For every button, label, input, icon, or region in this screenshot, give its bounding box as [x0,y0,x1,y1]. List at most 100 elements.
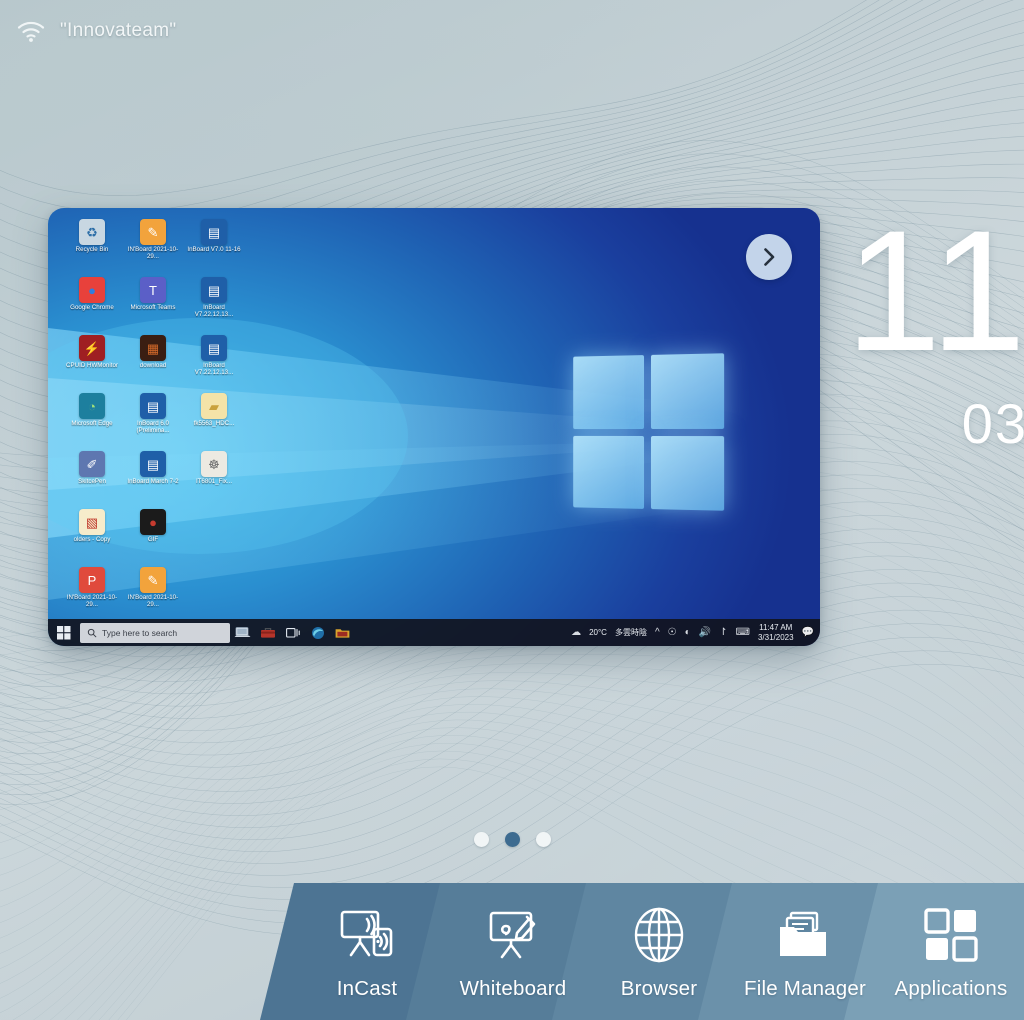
desktop-icon-label: Recycle Bin [75,246,109,253]
archive-icon: ☸ [201,451,227,477]
taskbar-app-laptop-icon[interactable] [230,619,255,646]
recycle-bin-icon: ♻ [79,219,105,245]
taskbar-app-toolbox-icon[interactable] [255,619,280,646]
taskbar-search-placeholder: Type here to search [102,627,178,638]
bluetooth-icon[interactable]: ↾ [719,627,727,638]
empty-slot [201,567,227,593]
next-source-button[interactable] [746,234,792,280]
desktop-icon-label: InBoard V7.22.12.13... [194,304,234,319]
page-indicator[interactable] [0,832,1024,847]
taskbar-system-tray[interactable]: ☁ 20°C 多雲時陰 ^ ☉ ◐ 🔊 ↾ ⌨ 11:47 AM 3/31/20… [571,623,820,643]
desktop-icon[interactable]: ▰ fk5563_HDC... [184,390,244,447]
incast-icon [337,903,397,965]
windows-taskbar[interactable]: Type here to search ☁ 20°C 多雲時陰 ^ ☉ ◐ 🔊 … [48,619,820,646]
inboard-blue-icon: ▤ [201,277,227,303]
desktop-icon[interactable]: ✎ IN'Board 2021-10-29... [123,216,183,273]
desktop-icon-label: IN'Board 2021-10-29... [127,246,179,261]
inboard-orange-icon: ✎ [140,567,166,593]
dock-item-file-manager[interactable]: File Manager [732,883,878,1020]
desktop-icon[interactable]: ✐ SkitcePen [62,448,122,505]
chrome-icon: ● [79,277,105,303]
desktop-icon-label: IT6801_Fix... [195,478,233,485]
desktop-icon[interactable]: ▤ InBoard V7.0 11-16 [184,216,244,273]
tray-clock[interactable]: 11:47 AM 3/31/2023 [758,623,794,643]
folder-icon: ▰ [201,393,227,419]
desktop-icon[interactable]: ▤ InBoard V7.22.12.13... [184,332,244,389]
inboard-blue-icon: ▤ [201,335,227,361]
desktop-icon-label: olders - Copy [73,536,111,543]
taskbar-file-explorer-icon[interactable] [330,619,355,646]
tray-weather-temp: 20°C [589,628,607,637]
image-file-icon: ▦ [140,335,166,361]
taskbar-task-view-icon[interactable] [280,619,305,646]
dock-item-label: Applications [894,976,1008,1000]
desktop-icon-empty-slot [184,506,244,563]
ops-source-card[interactable]: ♻ Recycle Bin ✎ IN'Board 2021-10-29... ▤ InBo… [48,208,820,646]
desktop-icon-label: InBoard March 7-2 [127,478,179,485]
dock-item-applications[interactable]: Applications [878,883,1024,1020]
inboard-blue-icon: ▤ [140,451,166,477]
home-screen: "Innovateam" 11 03 ♻ Recycle Bin ✎ IN'Bo… [0,0,1024,1020]
desktop-icon[interactable]: ● Google Chrome [62,274,122,331]
chevron-right-icon [764,248,775,266]
desktop-icon[interactable]: ⚡ CPUID HWMonitor [62,332,122,389]
desktop-icon-label: InBoard V7.22.12.13... [194,362,234,377]
inboard-blue-icon: ▤ [140,393,166,419]
desktop-icon[interactable]: ▦ download [123,332,183,389]
gif-file-icon: ● [140,509,166,535]
desktop-icon[interactable]: ▤ InBoard 6.0 (Prelimina... [123,390,183,447]
notification-icon[interactable]: 💬 [802,627,814,638]
desktop-icon-label: IN'Board 2021-10-29... [66,594,118,609]
dock-item-label: File Manager [743,976,867,1000]
desktop-icon-label: download [139,362,167,369]
tray-date: 3/31/2023 [757,632,794,642]
inboard-orange-icon: ✎ [140,219,166,245]
edge-icon: ◔ [79,393,105,419]
dock-item-label: InCast [336,976,398,1000]
desktop-icon[interactable]: P IN'Board 2021-10-29... [62,564,122,621]
wifi-icon [17,21,45,42]
windows-logo [573,353,725,511]
taskbar-edge-browser-icon[interactable] [305,619,330,646]
desktop-icon-label: fk5563_HDC... [193,420,235,427]
dock-item-label: Browser [620,976,698,1000]
applications-icon [921,903,981,965]
app-dock: InCast Whiteboard Browser File Manager A… [0,883,1024,1020]
desktop-icon-grid: ♻ Recycle Bin ✎ IN'Board 2021-10-29... ▤ InBo… [56,212,241,621]
desktop-icon-label: SkitcePen [78,478,106,485]
chevron-up-icon[interactable]: ^ [655,627,660,638]
taskbar-search-box[interactable]: Type here to search [80,622,230,643]
desktop-icon-label: GIF [147,536,159,543]
desktop-icon[interactable]: T Microsoft Teams [123,274,183,331]
weather-icon: ☁ [571,627,582,638]
dock-item-whiteboard[interactable]: Whiteboard [440,883,586,1020]
page-dot-3[interactable] [535,832,551,847]
windows-start-icon[interactable] [50,619,78,646]
desktop-icon[interactable]: ♻ Recycle Bin [62,216,122,273]
desktop-icon-label: InBoard V7.0 11-16 [187,246,241,253]
keyboard-icon[interactable]: ⌨ [736,627,750,638]
page-dot-2[interactable] [504,832,520,847]
desktop-icon[interactable]: ✎ IN'Board 2021-10-29... [123,564,183,621]
pdf-icon: P [79,567,105,593]
desktop-icon[interactable]: ▧ olders - Copy [62,506,122,563]
inboard-blue-icon: ▤ [201,219,227,245]
status-bar: "Innovateam" [0,0,1024,62]
page-dot-1[interactable] [473,832,489,847]
file-manager-icon [775,903,835,965]
desktop-icon[interactable]: ☸ IT6801_Fix... [184,448,244,505]
hwmonitor-icon: ⚡ [79,335,105,361]
tray-time: 11:47 AM [759,622,793,632]
desktop-icon[interactable]: ● GIF [123,506,183,563]
desktop-icon[interactable]: ▤ InBoard V7.22.12.13... [184,274,244,331]
tray-weather-text: 多雲時陰 [614,628,647,637]
volume-icon[interactable]: 🔊 [699,627,711,638]
onedrive-icon[interactable]: ☉ [668,627,677,638]
desktop-icon-label: Google Chrome [70,304,114,311]
skitchpen-icon: ✐ [79,451,105,477]
desktop-icon[interactable]: ▤ InBoard March 7-2 [123,448,183,505]
network-icon[interactable]: ◐ [685,627,691,638]
desktop-icon[interactable]: ◔ Microsoft Edge [62,390,122,447]
dock-item-label: Whiteboard [459,976,567,1000]
search-icon [87,628,97,637]
